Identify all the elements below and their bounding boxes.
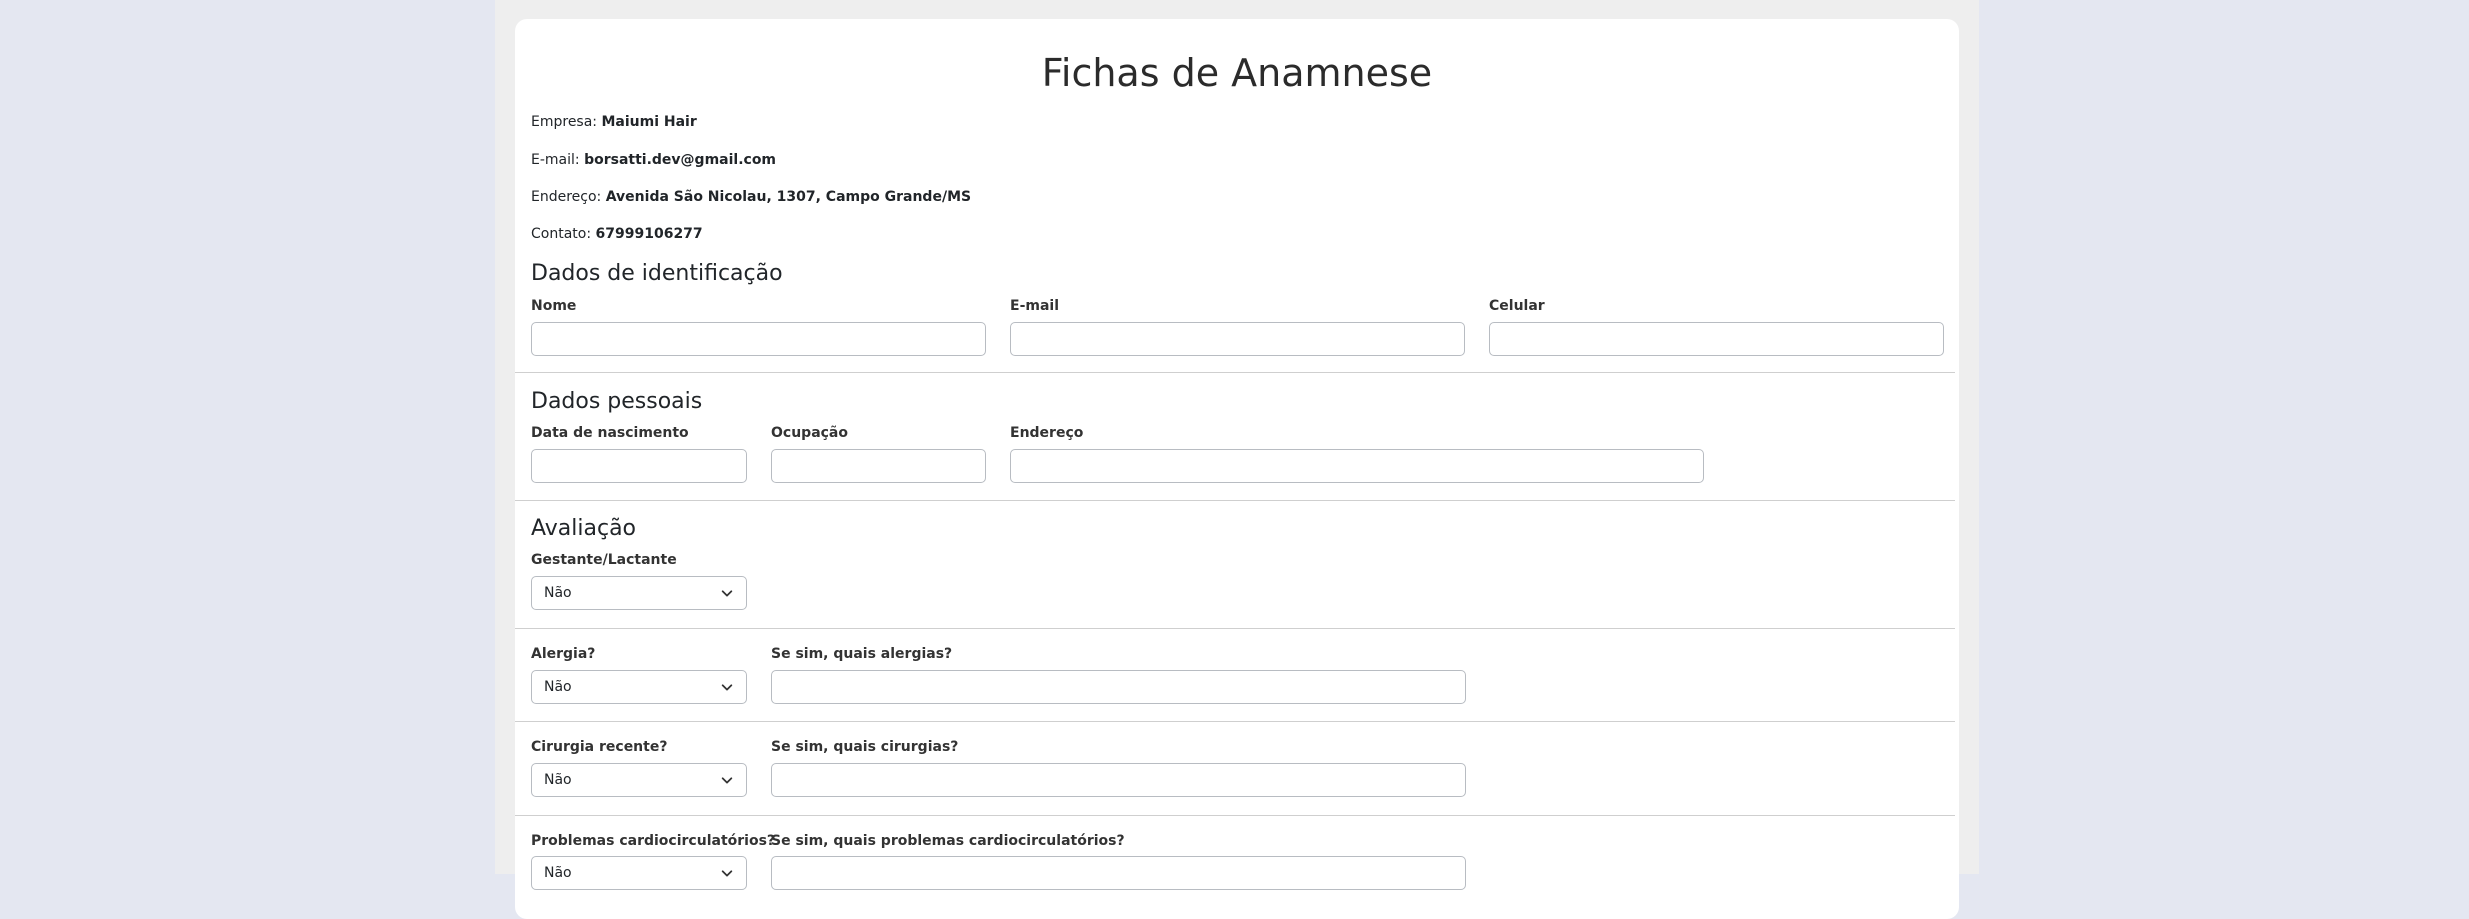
cardio-select-value: Não (544, 865, 572, 881)
alergia-detail-label: Se sim, quais alergias? (771, 646, 953, 662)
alergia-label: Alergia? (531, 646, 596, 662)
page-title: Fichas de Anamnese (1041, 51, 1433, 95)
nascimento-label: Data de nascimento (531, 425, 689, 441)
email-input[interactable] (1010, 322, 1465, 356)
cirurgia-select-value: Não (544, 772, 572, 788)
company-contact-value: 67999106277 (595, 226, 703, 242)
section-divider (515, 372, 1955, 373)
company-address-label: Endereço: (531, 189, 602, 205)
company-email-label: E-mail: (531, 152, 580, 168)
nome-input[interactable] (531, 322, 986, 356)
company-name-value: Maiumi Hair (601, 114, 697, 130)
endereco-input[interactable] (1010, 449, 1704, 483)
cirurgia-select[interactable]: Não (531, 763, 747, 797)
email-label: E-mail (1010, 298, 1060, 314)
company-contact-label: Contato: (531, 226, 592, 242)
cardio-select[interactable]: Não (531, 856, 747, 890)
ocupacao-input[interactable] (771, 449, 986, 483)
gestante-select[interactable]: Não (531, 576, 747, 610)
company-name-row: Empresa: Maiumi Hair (531, 113, 697, 131)
section-title-pessoais: Dados pessoais (531, 389, 703, 414)
page-background-panel: Fichas de Anamnese Empresa: Maiumi Hair … (495, 0, 1979, 919)
alergia-select-value: Não (544, 679, 572, 695)
section-title-avaliacao: Avaliação (531, 516, 637, 541)
anamnese-form-card: Fichas de Anamnese Empresa: Maiumi Hair … (515, 19, 1959, 919)
company-name-label: Empresa: (531, 114, 598, 130)
endereco-label: Endereço (1010, 425, 1084, 441)
alergia-detail-input[interactable] (771, 670, 1466, 704)
company-address-value: Avenida São Nicolau, 1307, Campo Grande/… (605, 189, 972, 205)
cardio-detail-label: Se sim, quais problemas cardiocirculatór… (771, 833, 1125, 849)
section-divider (515, 815, 1955, 816)
company-email-row: E-mail: borsatti.dev@gmail.com (531, 151, 776, 169)
cirurgia-detail-label: Se sim, quais cirurgias? (771, 739, 959, 755)
cirurgia-detail-input[interactable] (771, 763, 1466, 797)
company-email-value: borsatti.dev@gmail.com (584, 152, 777, 168)
gestante-select-value: Não (544, 585, 572, 601)
section-divider (515, 500, 1955, 501)
celular-label: Celular (1489, 298, 1545, 314)
nome-label: Nome (531, 298, 577, 314)
ocupacao-label: Ocupação (771, 425, 848, 441)
celular-input[interactable] (1489, 322, 1944, 356)
cardio-detail-input[interactable] (771, 856, 1466, 890)
chevron-down-icon (721, 590, 733, 597)
alergia-select[interactable]: Não (531, 670, 747, 704)
chevron-down-icon (721, 870, 733, 877)
section-divider (515, 628, 1955, 629)
gestante-label: Gestante/Lactante (531, 552, 677, 568)
chevron-down-icon (721, 777, 733, 784)
chevron-down-icon (721, 684, 733, 691)
cardio-label: Problemas cardiocirculatórios? (531, 833, 776, 849)
section-title-identificacao: Dados de identificação (531, 261, 783, 286)
nascimento-input[interactable] (531, 449, 747, 483)
section-divider (515, 721, 1955, 722)
company-address-row: Endereço: Avenida São Nicolau, 1307, Cam… (531, 188, 971, 206)
cirurgia-label: Cirurgia recente? (531, 739, 668, 755)
company-contact-row: Contato: 67999106277 (531, 225, 703, 243)
